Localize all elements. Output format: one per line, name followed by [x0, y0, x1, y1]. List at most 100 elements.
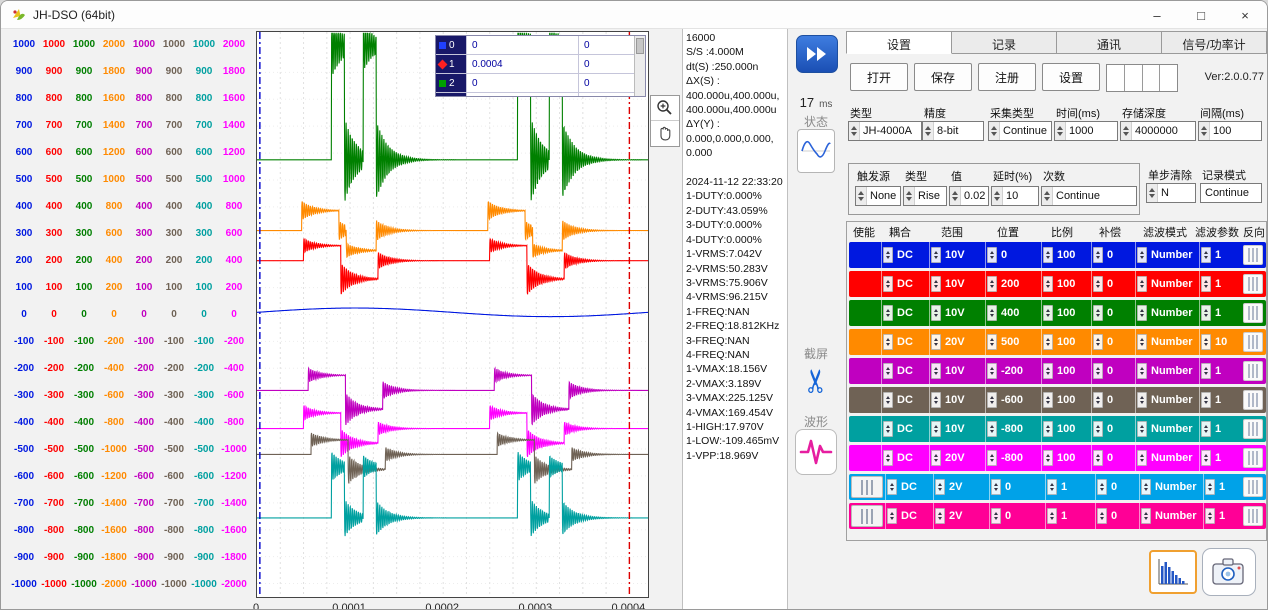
- channel-position-spinner[interactable]: 400: [985, 300, 1041, 326]
- channel-coupling-spinner[interactable]: DC: [885, 503, 933, 529]
- channel-filter-param-spinner[interactable]: 1: [1203, 503, 1241, 529]
- field-spinner-6[interactable]: 100: [1198, 121, 1262, 141]
- histogram-button[interactable]: [1149, 550, 1197, 594]
- channel-invert-toggle[interactable]: [1243, 506, 1263, 526]
- channel-position-spinner[interactable]: -800: [985, 416, 1041, 442]
- channel-coupling-spinner[interactable]: DC: [881, 358, 929, 384]
- channel-range-spinner[interactable]: 20V: [929, 329, 985, 355]
- field-spinner-2[interactable]: 8-bit: [922, 121, 984, 141]
- maximize-button[interactable]: □: [1179, 1, 1223, 29]
- field-spinner-4[interactable]: 1000: [1054, 121, 1118, 141]
- channel-filter-mode-spinner[interactable]: Number: [1139, 503, 1203, 529]
- channel-enable-toggle[interactable]: [849, 329, 881, 355]
- channel-range-spinner[interactable]: 2V: [933, 474, 989, 500]
- channel-position-spinner[interactable]: 0: [985, 242, 1041, 268]
- pan-tool-button[interactable]: [651, 121, 679, 146]
- channel-enable-toggle[interactable]: [849, 387, 881, 413]
- channel-position-spinner[interactable]: -800: [985, 445, 1041, 471]
- channel-enable-toggle[interactable]: [849, 416, 881, 442]
- record-mode-box[interactable]: Continue: [1200, 183, 1262, 203]
- channel-scale-spinner[interactable]: 1: [1045, 503, 1095, 529]
- channel-position-spinner[interactable]: -600: [985, 387, 1041, 413]
- trigger-spinner-4[interactable]: 10: [991, 186, 1039, 206]
- channel-range-spinner[interactable]: 10V: [929, 358, 985, 384]
- minimize-button[interactable]: –: [1135, 1, 1179, 29]
- channel-position-spinner[interactable]: 500: [985, 329, 1041, 355]
- tab-active[interactable]: 设置: [846, 31, 952, 54]
- waveform-plot[interactable]: 00010.00040200300: [256, 31, 649, 598]
- channel-position-spinner[interactable]: 0: [989, 474, 1045, 500]
- trigger-spinner-2[interactable]: Rise: [903, 186, 947, 206]
- trigger-spinner-5[interactable]: Continue: [1041, 186, 1137, 206]
- channel-scale-spinner[interactable]: 100: [1041, 329, 1091, 355]
- channel-compensation-spinner[interactable]: 0: [1091, 242, 1135, 268]
- run-button[interactable]: [796, 35, 838, 73]
- field-spinner-3[interactable]: Continue: [988, 121, 1052, 141]
- waveform-button[interactable]: [795, 429, 837, 475]
- channel-position-spinner[interactable]: 200: [985, 271, 1041, 297]
- channel-compensation-spinner[interactable]: 0: [1095, 503, 1139, 529]
- close-button[interactable]: ×: [1223, 1, 1267, 29]
- button-2[interactable]: 保存: [914, 63, 972, 91]
- channel-compensation-spinner[interactable]: 0: [1091, 300, 1135, 326]
- channel-range-spinner[interactable]: 10V: [929, 300, 985, 326]
- channel-coupling-spinner[interactable]: DC: [885, 474, 933, 500]
- trigger-spinner-3[interactable]: 0.02: [949, 186, 989, 206]
- channel-range-spinner[interactable]: 10V: [929, 387, 985, 413]
- spinner-arrows[interactable]: [1147, 184, 1158, 202]
- scrollbar-thumb[interactable]: [636, 38, 644, 54]
- channel-enable-toggle[interactable]: [849, 242, 881, 268]
- channel-scale-spinner[interactable]: 100: [1041, 271, 1091, 297]
- channel-enable-toggle[interactable]: [851, 476, 883, 498]
- field-spinner-5[interactable]: 4000000: [1120, 121, 1196, 141]
- channel-compensation-spinner[interactable]: 0: [1091, 358, 1135, 384]
- channel-filter-mode-spinner[interactable]: Number: [1135, 242, 1199, 268]
- button-3[interactable]: 注册: [978, 63, 1036, 91]
- channel-compensation-spinner[interactable]: 0: [1095, 474, 1139, 500]
- channel-range-spinner[interactable]: 2V: [933, 503, 989, 529]
- tab-inactive[interactable]: 通讯: [1057, 31, 1162, 54]
- channel-filter-mode-spinner[interactable]: Number: [1135, 445, 1199, 471]
- channel-coupling-spinner[interactable]: DC: [881, 300, 929, 326]
- channel-invert-toggle[interactable]: [1243, 419, 1263, 439]
- channel-filter-param-spinner[interactable]: 1: [1199, 416, 1237, 442]
- channel-filter-mode-spinner[interactable]: Number: [1135, 329, 1199, 355]
- channel-invert-toggle[interactable]: [1243, 274, 1263, 294]
- camera-button[interactable]: [1202, 548, 1256, 596]
- legend-scrollbar[interactable]: [634, 36, 645, 96]
- tab-inactive[interactable]: 信号/功率计: [1162, 31, 1267, 54]
- channel-coupling-spinner[interactable]: DC: [881, 387, 929, 413]
- button-4[interactable]: 设置: [1042, 63, 1100, 91]
- channel-scale-spinner[interactable]: 100: [1041, 242, 1091, 268]
- channel-filter-mode-spinner[interactable]: Number: [1135, 271, 1199, 297]
- channel-filter-mode-spinner[interactable]: Number: [1135, 387, 1199, 413]
- channel-coupling-spinner[interactable]: DC: [881, 242, 929, 268]
- channel-filter-param-spinner[interactable]: 1: [1199, 387, 1237, 413]
- channel-filter-param-spinner[interactable]: 1: [1199, 242, 1237, 268]
- channel-invert-toggle[interactable]: [1243, 245, 1263, 265]
- channel-filter-param-spinner[interactable]: 1: [1199, 300, 1237, 326]
- channel-compensation-spinner[interactable]: 0: [1091, 329, 1135, 355]
- channel-coupling-spinner[interactable]: DC: [881, 445, 929, 471]
- channel-position-spinner[interactable]: 0: [989, 503, 1045, 529]
- channel-filter-mode-spinner[interactable]: Number: [1139, 474, 1203, 500]
- screenshot-scissors-button[interactable]: ✂: [794, 353, 838, 409]
- waveform-canvas[interactable]: [257, 32, 648, 597]
- channel-range-spinner[interactable]: 10V: [929, 271, 985, 297]
- channel-enable-toggle[interactable]: [851, 505, 883, 527]
- channel-compensation-spinner[interactable]: 0: [1091, 387, 1135, 413]
- channel-filter-param-spinner[interactable]: 1: [1199, 445, 1237, 471]
- channel-scale-spinner[interactable]: 100: [1041, 387, 1091, 413]
- channel-scale-spinner[interactable]: 1: [1045, 474, 1095, 500]
- channel-coupling-spinner[interactable]: DC: [881, 416, 929, 442]
- field-spinner-1[interactable]: JH-4000A: [848, 121, 922, 141]
- channel-invert-toggle[interactable]: [1243, 332, 1263, 352]
- zoom-tool-button[interactable]: [651, 96, 679, 121]
- channel-filter-param-spinner[interactable]: 1: [1199, 358, 1237, 384]
- channel-invert-toggle[interactable]: [1243, 448, 1263, 468]
- channel-filter-mode-spinner[interactable]: Number: [1135, 416, 1199, 442]
- channel-scale-spinner[interactable]: 100: [1041, 300, 1091, 326]
- single-step-clear-spinner[interactable]: N: [1146, 183, 1196, 203]
- channel-invert-toggle[interactable]: [1243, 361, 1263, 381]
- channel-coupling-spinner[interactable]: DC: [881, 271, 929, 297]
